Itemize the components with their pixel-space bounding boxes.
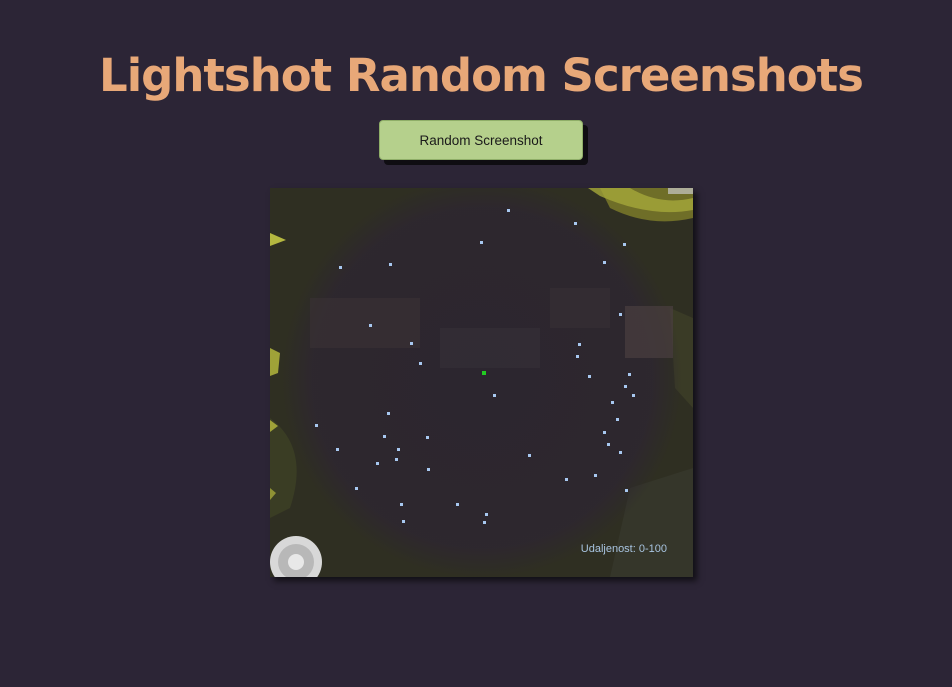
unit-marker xyxy=(493,394,496,397)
screenshot-image: Udaljenost: 0-100 xyxy=(270,188,693,577)
unit-marker xyxy=(607,443,610,446)
unit-marker xyxy=(339,266,342,269)
unit-marker xyxy=(400,503,403,506)
random-screenshot-button[interactable]: Random Screenshot xyxy=(379,120,583,160)
unit-marker xyxy=(611,401,614,404)
unit-marker xyxy=(389,263,392,266)
unit-marker xyxy=(574,222,577,225)
unit-marker xyxy=(619,451,622,454)
unit-marker xyxy=(456,503,459,506)
unit-marker xyxy=(616,418,619,421)
unit-marker xyxy=(619,313,622,316)
unit-marker xyxy=(578,343,581,346)
unit-marker xyxy=(603,431,606,434)
unit-marker xyxy=(480,241,483,244)
unit-marker xyxy=(588,375,591,378)
unit-marker xyxy=(594,474,597,477)
unit-marker xyxy=(507,209,510,212)
unit-marker xyxy=(565,478,568,481)
game-minimap xyxy=(270,188,693,577)
unit-marker xyxy=(369,324,372,327)
unit-marker xyxy=(376,462,379,465)
page-title: Lightshot Random Screenshots xyxy=(99,49,864,102)
unit-marker xyxy=(528,454,531,457)
unit-marker xyxy=(426,436,429,439)
unit-marker xyxy=(623,243,626,246)
unit-marker xyxy=(576,355,579,358)
unit-marker xyxy=(427,468,430,471)
unit-marker xyxy=(485,513,488,516)
player-marker xyxy=(482,371,486,375)
unit-marker xyxy=(410,342,413,345)
unit-marker xyxy=(624,385,627,388)
unit-marker xyxy=(336,448,339,451)
unit-marker xyxy=(632,394,635,397)
unit-marker xyxy=(315,424,318,427)
unit-marker xyxy=(355,487,358,490)
unit-marker xyxy=(628,373,631,376)
page: Lightshot Random Screenshots Random Scre… xyxy=(0,0,952,687)
unit-marker xyxy=(419,362,422,365)
unit-marker xyxy=(483,521,486,524)
unit-marker xyxy=(402,520,405,523)
unit-marker xyxy=(395,458,398,461)
unit-marker xyxy=(387,412,390,415)
range-label: Udaljenost: 0-100 xyxy=(580,543,667,555)
unit-marker xyxy=(625,489,628,492)
unit-marker xyxy=(383,435,386,438)
unit-marker xyxy=(397,448,400,451)
unit-marker xyxy=(603,261,606,264)
